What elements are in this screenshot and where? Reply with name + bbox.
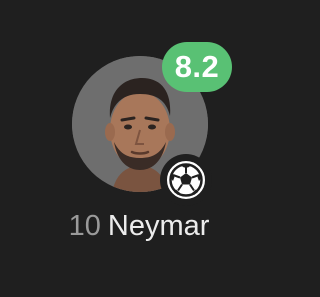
player-name-row[interactable]: 10 Neymar (0, 208, 278, 244)
player-card[interactable]: 8.2 10 Neymar (0, 0, 304, 297)
rating-badge: 8.2 (162, 42, 232, 92)
goal-event-badge (160, 154, 212, 206)
shirt-number: 10 (68, 210, 101, 242)
football-icon (167, 161, 205, 199)
player-name: Neymar (107, 210, 210, 242)
